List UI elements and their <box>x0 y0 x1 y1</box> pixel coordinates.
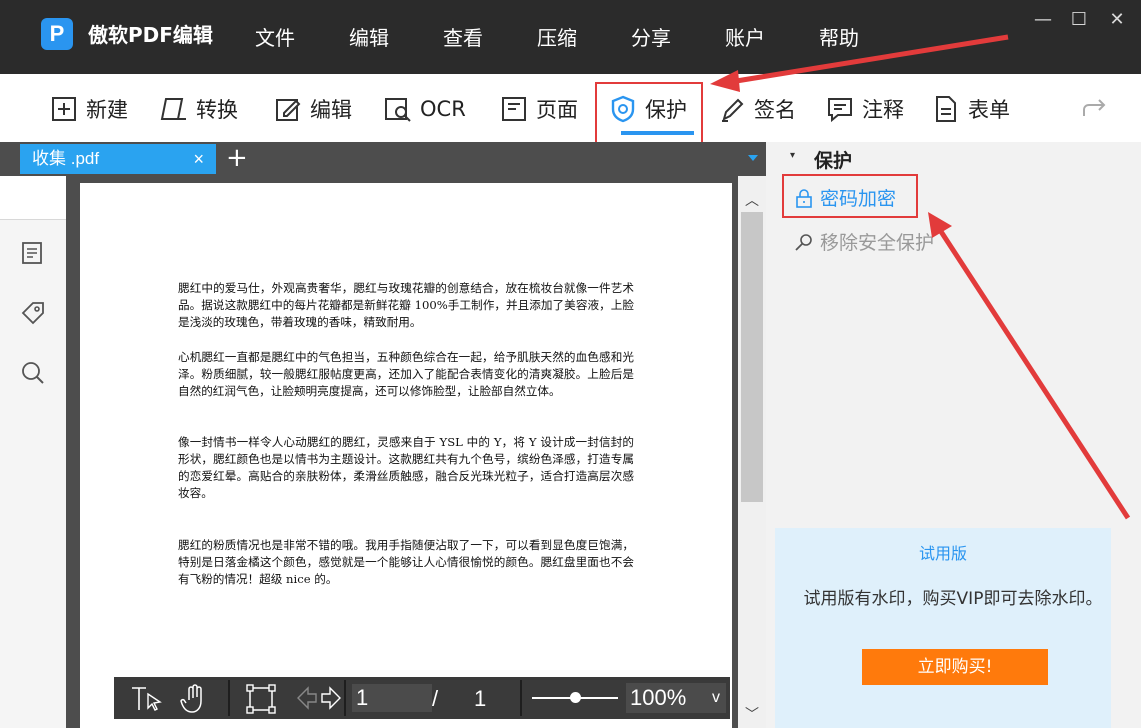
page-icon <box>502 97 526 121</box>
separator <box>344 680 346 716</box>
page-label: 页面 <box>536 98 578 122</box>
ocr-label: OCR <box>420 97 466 121</box>
scrollbar-thumb[interactable] <box>741 212 763 502</box>
document-paragraph-1: 腮红中的爱马仕，外观高贵奢华，腮红与玫瑰花瓣的创意结合，放在梳妆台就像一件艺术品… <box>178 281 634 329</box>
plus-square-icon <box>52 97 76 121</box>
document-paragraph-3: 像一封情书一样令人心动腮红的腮红，灵感来自于 YSL 中的 Y，将 Y 设计成一… <box>178 435 634 500</box>
sign-label: 签名 <box>754 98 796 122</box>
comment-icon <box>828 98 852 123</box>
ocr-scan-icon <box>385 98 411 122</box>
tab-close-icon[interactable]: × <box>193 144 204 174</box>
zoom-dropdown-icon: v <box>712 689 720 706</box>
trial-title: 试用版 <box>918 544 967 563</box>
left-sidebar <box>0 220 66 728</box>
previous-page-icon[interactable] <box>296 686 318 710</box>
thumbnail-icon[interactable] <box>20 240 46 266</box>
form-label: 表单 <box>968 98 1010 122</box>
convert-button[interactable]: 转换 <box>160 92 238 126</box>
menu-file[interactable]: 文件 <box>228 22 322 51</box>
current-page-input[interactable]: 1 <box>352 684 432 712</box>
new-label: 新建 <box>86 98 128 122</box>
page-separator: / <box>432 686 439 711</box>
add-tab-button[interactable]: + <box>226 143 248 173</box>
tab-strip: 收集 .pdf × + <box>0 142 766 176</box>
panel-title: 保护 <box>814 150 853 172</box>
hand-tool-icon[interactable] <box>180 684 208 714</box>
fit-page-icon[interactable] <box>245 683 277 715</box>
menu-account[interactable]: 账户 <box>698 22 792 51</box>
remove-security-label: 移除安全保护 <box>820 232 935 254</box>
document-paragraph-2: 心机腮红一直都是腮红中的气色担当，五种颜色综合在一起，给予肌肤天然的血色感和光泽… <box>178 350 634 398</box>
menu-bar: 文件 编辑 查看 压缩 分享 账户 帮助 <box>228 22 886 51</box>
bookmark-tag-icon[interactable] <box>20 300 46 326</box>
password-encrypt-label: 密码加密 <box>820 188 897 210</box>
separator <box>520 680 522 716</box>
document-paragraph-4: 腮红的粉质情况也是非常不错的哦。我用手指随便沾取了一下，可以看到显色度巨饱满，特… <box>178 538 634 586</box>
redo-arrow-icon[interactable] <box>1080 94 1108 122</box>
protect-button[interactable]: 保护 <box>609 92 687 126</box>
form-button[interactable]: 表单 <box>932 92 1010 126</box>
collapse-caret-icon[interactable]: ▾ <box>790 150 795 161</box>
edit-pencil-icon <box>276 99 301 121</box>
zoom-slider-handle[interactable] <box>570 692 581 703</box>
scroll-down-icon[interactable]: ﹀ <box>745 704 759 724</box>
menu-compress[interactable]: 压缩 <box>510 22 604 51</box>
password-encrypt-option[interactable]: 密码加密 <box>794 184 896 211</box>
menu-view[interactable]: 查看 <box>416 22 510 51</box>
convert-icon <box>160 98 186 120</box>
key-search-icon <box>795 233 812 251</box>
sign-button[interactable]: 签名 <box>718 92 796 126</box>
convert-label: 转换 <box>196 98 238 122</box>
text-select-cursor-icon[interactable] <box>130 684 164 714</box>
annotate-label: 注释 <box>862 98 904 122</box>
tab-file-name: 收集 .pdf <box>32 149 100 168</box>
menu-help[interactable]: 帮助 <box>792 22 886 51</box>
app-title: 傲软PDF编辑 <box>88 23 213 47</box>
pen-icon <box>722 98 744 122</box>
minimize-button[interactable]: — <box>1030 8 1056 32</box>
close-button[interactable]: ✕ <box>1104 8 1130 32</box>
lock-icon <box>796 188 812 208</box>
shield-icon <box>611 95 635 123</box>
maximize-button[interactable]: ☐ <box>1066 8 1092 32</box>
zoom-select[interactable]: 100% v <box>626 683 726 713</box>
total-pages: 1 <box>474 686 487 711</box>
title-bar: P 傲软PDF编辑 文件 编辑 查看 压缩 分享 账户 帮助 — ☐ ✕ <box>0 0 1141 74</box>
search-icon[interactable] <box>20 360 46 386</box>
page-button[interactable]: 页面 <box>500 92 578 126</box>
scroll-up-icon[interactable]: ︿ <box>745 190 759 210</box>
annotate-button[interactable]: 注释 <box>826 92 904 126</box>
remove-security-option[interactable]: 移除安全保护 <box>794 228 934 255</box>
tab-dropdown-icon[interactable] <box>748 155 758 161</box>
active-tab-indicator <box>621 131 694 135</box>
form-icon <box>936 96 956 122</box>
app-logo-icon: P <box>41 18 73 50</box>
menu-share[interactable]: 分享 <box>604 22 698 51</box>
separator <box>228 680 230 716</box>
protect-label: 保护 <box>645 98 687 122</box>
edit-label: 编辑 <box>310 98 352 122</box>
tab-document[interactable]: 收集 .pdf × <box>20 144 216 174</box>
left-sidebar-header <box>0 176 66 220</box>
next-page-icon[interactable] <box>320 686 342 710</box>
edit-button[interactable]: 编辑 <box>274 92 352 126</box>
buy-now-button[interactable]: 立即购买! <box>862 649 1048 685</box>
trial-text: 试用版有水印，购买VIP即可去除水印。 <box>803 589 1103 609</box>
new-button[interactable]: 新建 <box>50 92 128 126</box>
zoom-value: 100% <box>630 685 687 710</box>
menu-edit[interactable]: 编辑 <box>322 22 416 51</box>
ocr-button[interactable]: OCR <box>384 92 466 126</box>
